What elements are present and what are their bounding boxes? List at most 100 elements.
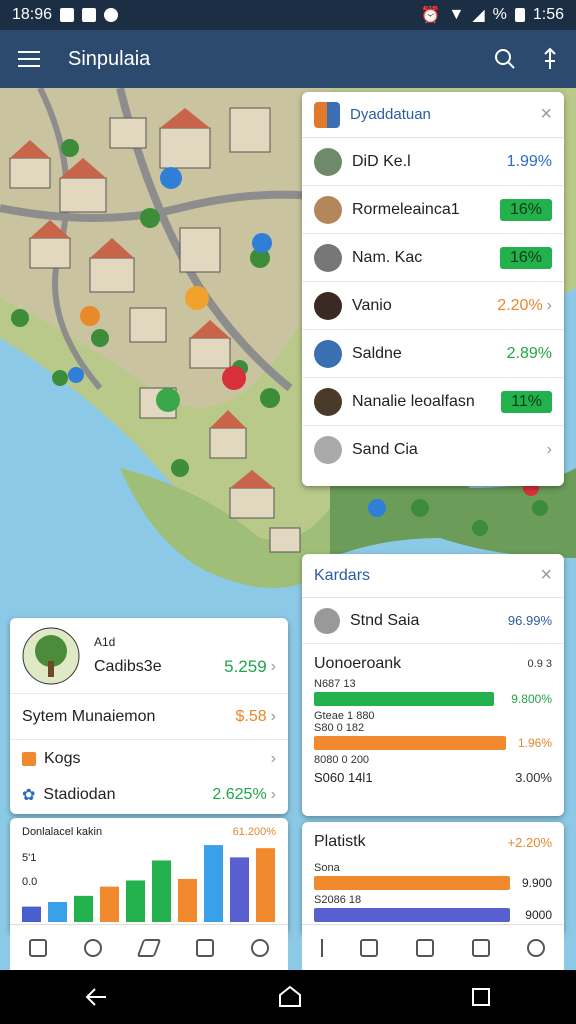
avatar — [314, 607, 340, 634]
list-item-name: DiD Ke.l — [352, 152, 411, 170]
list-item[interactable]: Nanalie leoalfasn 11% — [302, 378, 564, 426]
stats-row-value: 9.800% — [511, 692, 552, 706]
inventory-tab-icon[interactable] — [28, 938, 47, 957]
chart-bar — [48, 902, 67, 922]
close-icon[interactable]: × — [540, 103, 552, 126]
divider-tab-icon — [320, 938, 323, 957]
list-item-name: Saldne — [352, 344, 402, 362]
plat-value: +2.20% — [507, 834, 552, 850]
stats-top-row[interactable]: Stnd Saia 96.99% — [302, 598, 564, 644]
search-icon[interactable] — [494, 48, 516, 70]
gear-icon: ✿ — [22, 787, 36, 804]
list-item[interactable]: Rormeleainca1 16% — [302, 186, 564, 234]
plat-row-label: S2086 18 — [314, 894, 362, 906]
right-tab-bar — [302, 924, 564, 970]
stats-bar — [314, 736, 506, 750]
ranking-panel-title: Dyaddatuan — [350, 106, 431, 123]
back-icon[interactable] — [84, 986, 110, 1008]
ranking-panel: Dyaddatuan × DiD Ke.l 1.99% Rormeleainca… — [302, 92, 564, 486]
list-item[interactable]: Vanio 2.20% › — [302, 282, 564, 330]
list-item-value: 1.99% — [506, 152, 552, 170]
stats-top-value: 96.99% — [507, 613, 552, 628]
overview-row-name: Stadiodan — [43, 786, 116, 803]
chart-bar — [178, 878, 197, 922]
stats-row-label: N687 13 — [314, 678, 356, 690]
list-item-name: Rormeleainca1 — [352, 200, 460, 218]
bar-chart — [22, 845, 275, 922]
menu-icon[interactable] — [18, 46, 40, 72]
coins-icon — [22, 752, 36, 766]
stats-header-row: Uonoeroank 0.9 3 — [302, 650, 564, 678]
avatar — [314, 195, 342, 224]
avatar — [314, 436, 342, 464]
stats-header-value: 0.9 3 — [527, 658, 552, 670]
list-item-name: Nam. Kac — [352, 248, 423, 266]
plat-bar — [314, 876, 510, 890]
chart-bar — [126, 880, 145, 922]
plat-row-label: Sona — [314, 862, 340, 874]
list-item[interactable]: Nam. Kac 16% — [302, 234, 564, 282]
stats-bar — [314, 692, 494, 706]
list-item-value: 2.89% — [506, 344, 552, 362]
status-time-left: 18:96 — [12, 6, 53, 23]
plat-row-value: 9000 — [525, 908, 552, 922]
chevron-right-icon: › — [546, 296, 552, 314]
chevron-right-icon: › — [270, 707, 276, 725]
recents-icon[interactable] — [470, 986, 492, 1008]
wifi-icon: ▼ — [448, 6, 465, 23]
left-tab-bar — [10, 924, 288, 970]
stats-panel: Kardars × Stnd Saia 96.99% Uonoeroank 0.… — [302, 554, 564, 816]
folder-tab-icon[interactable] — [415, 938, 434, 957]
chart-bar — [230, 857, 249, 922]
overview-top-row[interactable]: A1d Cadibs3e 5.259 › — [10, 618, 288, 694]
chart-bar — [204, 845, 223, 922]
people-tab-icon[interactable] — [360, 938, 379, 957]
home-tab-icon[interactable] — [195, 938, 214, 957]
chart-bar — [152, 860, 171, 922]
share-icon[interactable] — [542, 47, 558, 71]
close-icon[interactable]: × — [540, 564, 552, 587]
overview-row-value: $.58 — [235, 707, 267, 725]
stats-row-value: 3.00% — [515, 770, 552, 785]
overview-panel: A1d Cadibs3e 5.259 › Sytem Munaiemon $.5… — [10, 618, 288, 814]
chart-bar — [256, 848, 275, 922]
list-item-value: 16% — [499, 198, 552, 221]
store-tab-icon[interactable] — [471, 938, 490, 957]
clock-tab-icon[interactable] — [527, 938, 546, 957]
stats-bars: N687 13 9.800% Gteae 1 880 S80 0 182 1.9… — [302, 678, 564, 785]
stats-row-label: 8080 0 200 — [314, 754, 370, 766]
plat-row-value: 9.900 — [521, 876, 552, 890]
stats-row-value: 1.96% — [517, 736, 552, 750]
app-notification-icon — [104, 8, 119, 22]
stats-row-label: S80 0 182 — [314, 722, 365, 734]
build-tab-icon[interactable] — [136, 938, 162, 957]
overview-row[interactable]: ✿ Stadiodan 2.625% › — [10, 778, 288, 812]
chart-bar — [74, 895, 93, 922]
list-item[interactable]: DiD Ke.l 1.99% — [302, 138, 564, 186]
app-title: Sinpulaia — [68, 47, 151, 70]
overview-avatar-label: A1d — [94, 634, 116, 649]
pdf-icon — [82, 8, 97, 22]
list-item-name: Nanalie leoalfasn — [352, 392, 475, 410]
list-item-name: Vanio — [352, 296, 392, 314]
list-item[interactable]: Sand Cia › — [302, 426, 564, 474]
tree-avatar — [22, 627, 80, 684]
overview-row[interactable]: Sytem Munaiemon $.58 › — [10, 694, 288, 740]
home-icon[interactable] — [277, 985, 303, 1009]
stats-panel-title: Kardars — [314, 566, 371, 584]
overview-row[interactable]: Kogs › — [10, 740, 288, 778]
plat-panel: Platistk +2.20% Sona 9.900 S2086 18 9000 — [302, 822, 564, 934]
chevron-right-icon: › — [270, 750, 276, 767]
search-tab-icon[interactable] — [84, 938, 103, 957]
system-nav-bar — [0, 970, 576, 1024]
overview-row-name: Sytem Munaiemon — [22, 707, 156, 725]
overview-top-value: 5.259 — [224, 656, 267, 676]
panel-logo-icon — [314, 101, 340, 128]
info-tab-icon[interactable] — [251, 938, 270, 957]
list-item[interactable]: Saldne 2.89% — [302, 330, 564, 378]
status-bar: 18:96 ⏰ ▼ ◢ % 1:56 — [0, 0, 576, 30]
avatar — [314, 147, 342, 176]
overview-top-name: Cadibs3e — [94, 657, 162, 675]
chevron-right-icon: › — [546, 441, 552, 458]
app-bar: Sinpulaia — [0, 30, 576, 88]
